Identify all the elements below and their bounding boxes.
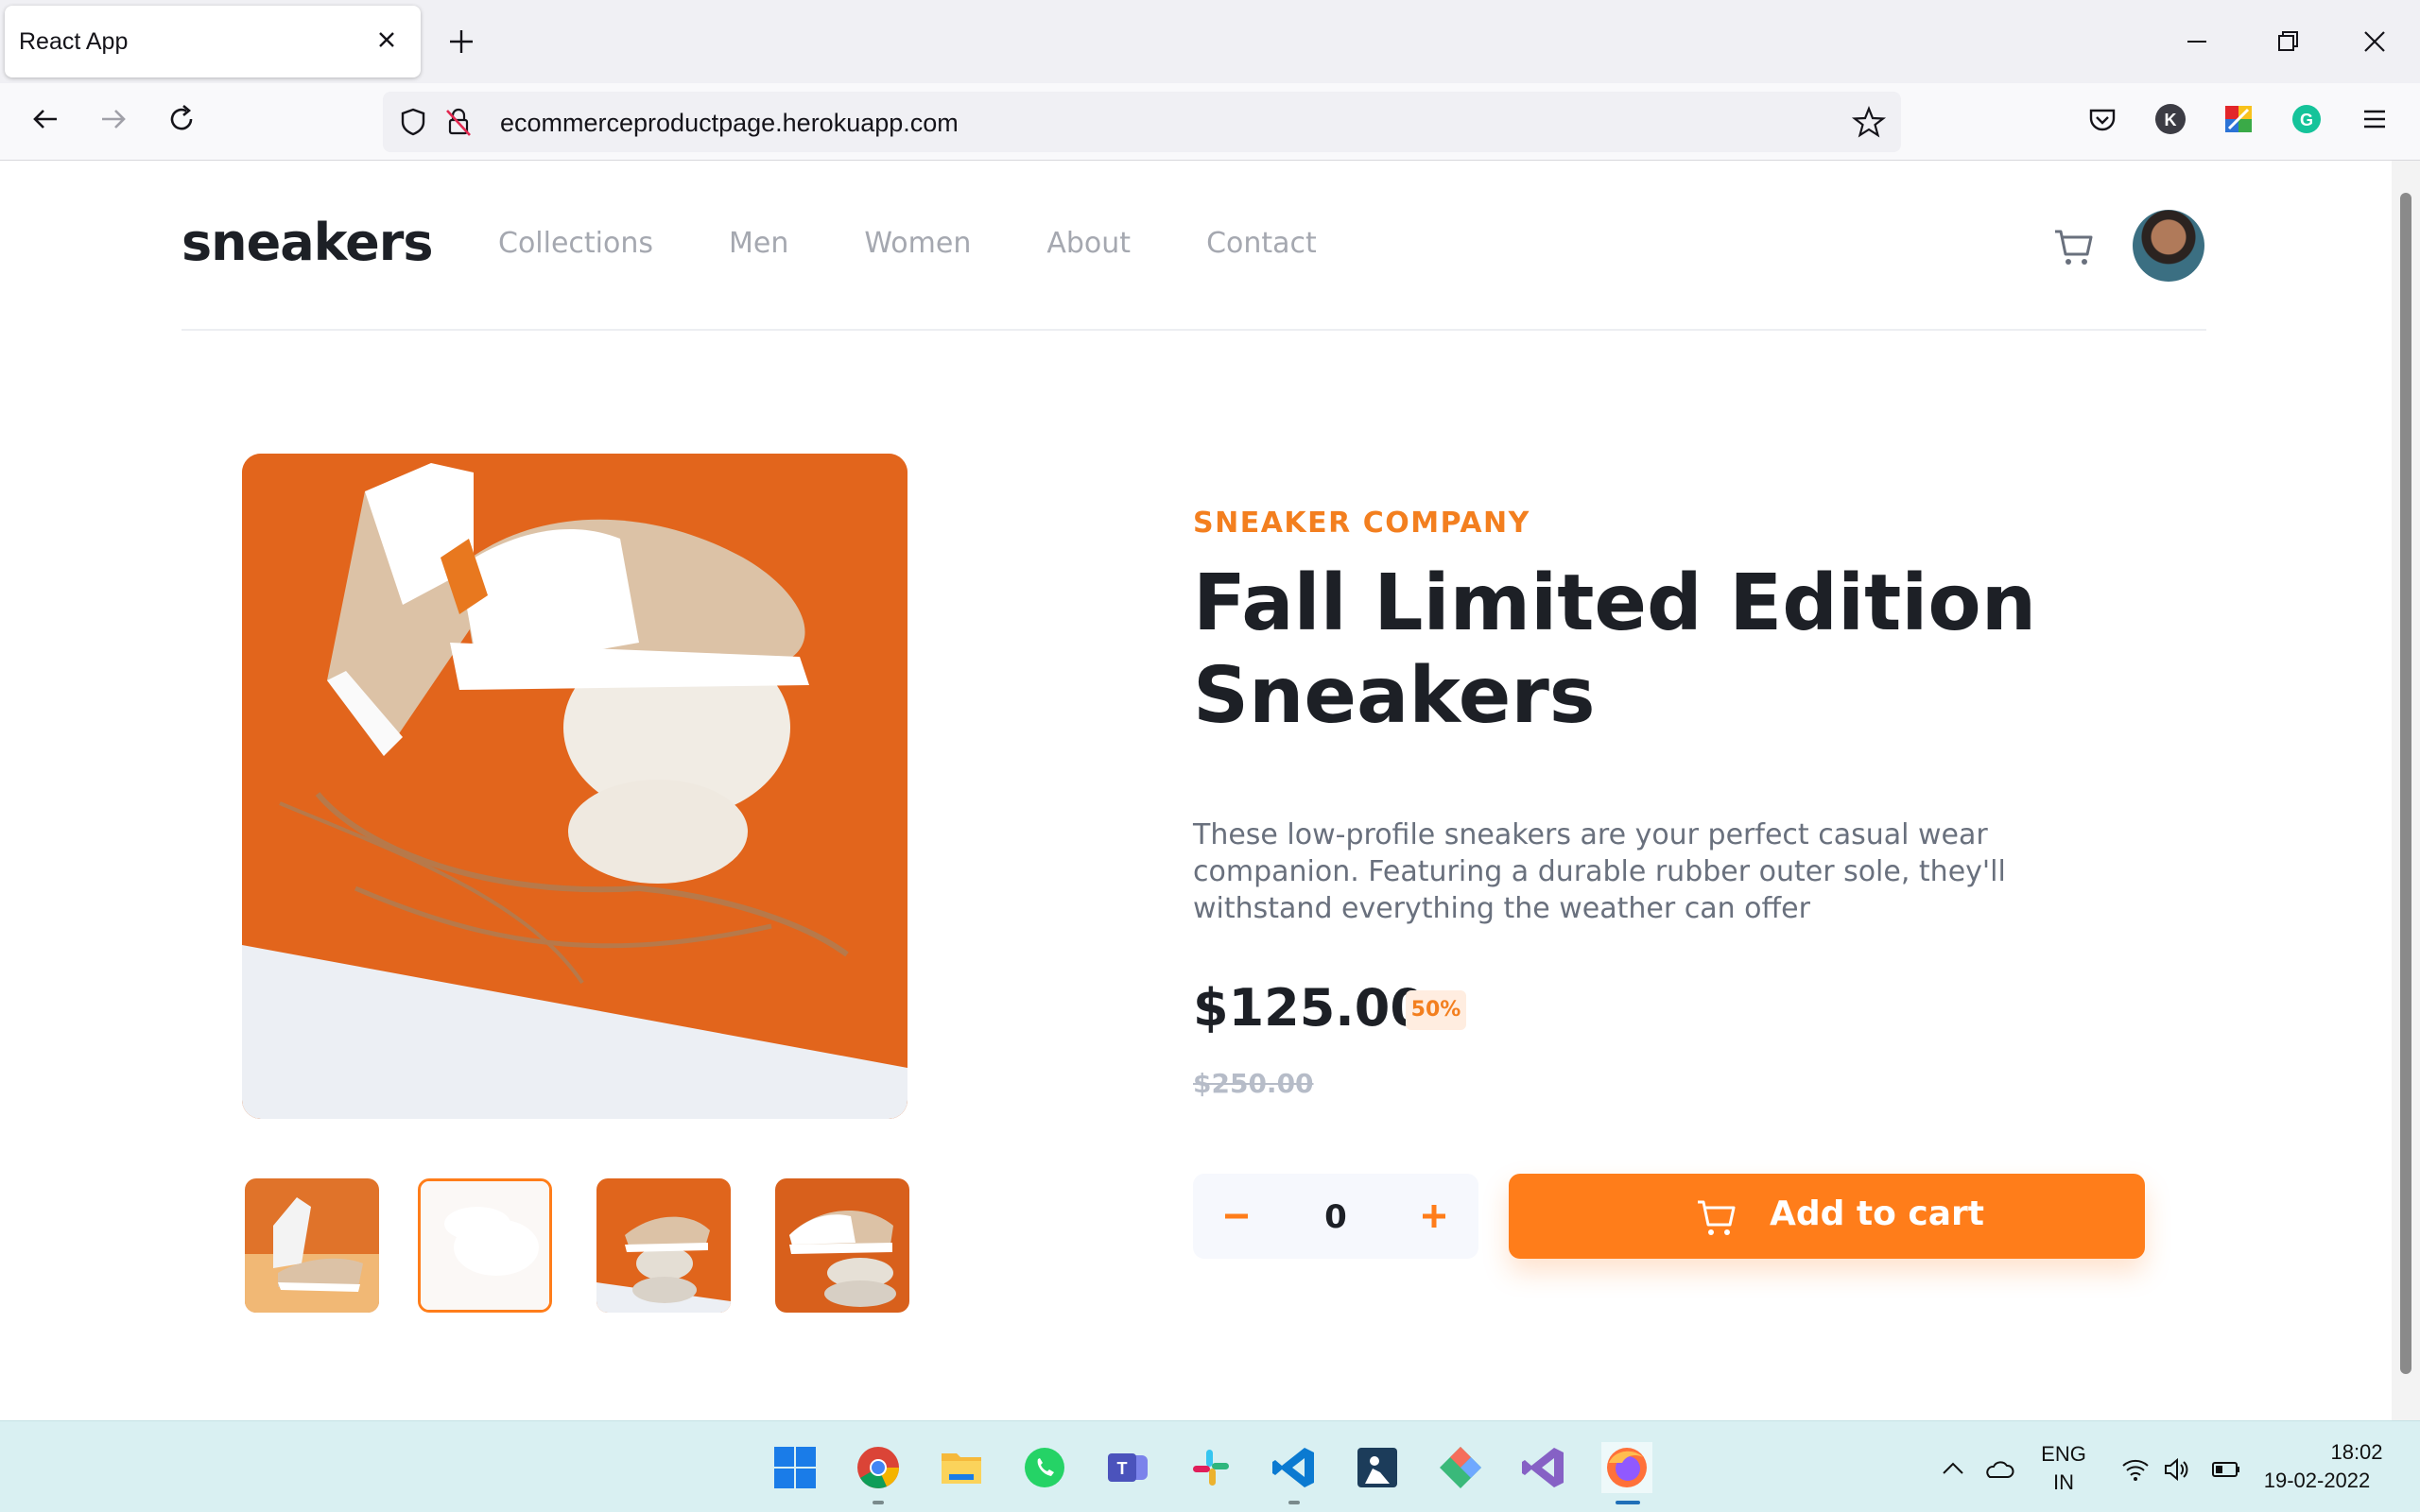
grammarly-icon[interactable]: G [2286, 98, 2327, 140]
language-indicator-line2[interactable]: IN [2032, 1470, 2095, 1495]
visual-studio-icon[interactable] [1518, 1442, 1569, 1493]
tab-title: React App [19, 28, 129, 55]
forward-icon[interactable] [93, 98, 134, 140]
plus-icon[interactable] [1410, 1193, 1458, 1240]
clock-time[interactable]: 18:02 [2257, 1440, 2420, 1465]
thumbnail-3[interactable] [596, 1178, 731, 1313]
minimize-icon[interactable] [2176, 21, 2218, 62]
product-main-image[interactable] [242, 454, 908, 1119]
shield-icon[interactable] [394, 103, 432, 141]
product-description: These low-profile sneakers are your perf… [1193, 818, 2006, 925]
user-avatar[interactable] [2133, 210, 2204, 282]
sneaker-photo [242, 454, 908, 1119]
discount-badge: 50% [1406, 990, 1466, 1030]
nav-item-women[interactable]: Women [864, 227, 971, 260]
chrome-icon[interactable] [853, 1442, 904, 1493]
slack-icon[interactable] [1185, 1442, 1236, 1493]
whatsapp-icon[interactable] [1019, 1442, 1070, 1493]
original-price: $250.00 [1193, 1068, 1314, 1099]
thumbnail-2-selected[interactable] [418, 1178, 552, 1313]
battery-icon[interactable] [2210, 1453, 2242, 1486]
start-icon[interactable] [769, 1442, 821, 1493]
thumbnail-2-image [421, 1181, 549, 1310]
color-extension-icon[interactable] [2218, 98, 2259, 140]
browser-toolbar: ecommerceproductpage.herokuapp.com K G [0, 83, 2420, 161]
thumbnail-1-image [245, 1178, 379, 1313]
file-explorer-icon[interactable] [936, 1442, 987, 1493]
back-icon[interactable] [25, 98, 66, 140]
onedrive-icon[interactable] [1982, 1453, 2014, 1486]
address-bar[interactable]: ecommerceproductpage.herokuapp.com [383, 92, 1901, 152]
bookmark-star-icon[interactable] [1850, 103, 1888, 141]
page-scrollbar[interactable] [2392, 161, 2420, 1420]
quantity-stepper: 0 [1193, 1174, 1478, 1259]
windows-taskbar: T ENG IN 18:02 19-02-2022 [0, 1420, 2420, 1512]
language-indicator-line1[interactable]: ENG [2032, 1442, 2095, 1467]
site-logo[interactable]: sneakers [182, 213, 434, 272]
url-text: ecommerceproductpage.herokuapp.com [500, 109, 959, 137]
profile-k-icon[interactable]: K [2150, 98, 2191, 140]
vscode-running-indicator [1288, 1501, 1300, 1504]
company-name: SNEAKER COMPANY [1193, 507, 1530, 540]
firefox-active-indicator [1616, 1501, 1640, 1504]
hamburger-menu-icon[interactable] [2354, 98, 2395, 140]
new-tab-icon[interactable] [444, 25, 478, 59]
cart-icon[interactable] [2051, 224, 2097, 269]
close-window-icon[interactable] [2354, 21, 2395, 62]
web-page: sneakers Collections Men Women About Con… [0, 161, 2392, 1420]
volume-icon[interactable] [2161, 1453, 2193, 1486]
thumbnail-3-image [596, 1178, 731, 1313]
add-to-cart-label: Add to cart [1770, 1194, 1985, 1233]
insecure-lock-icon[interactable] [440, 103, 477, 141]
thumbnail-1[interactable] [245, 1178, 379, 1313]
nav-item-men[interactable]: Men [729, 227, 788, 260]
browser-tab[interactable]: React App [5, 6, 421, 77]
nav-item-about[interactable]: About [1046, 227, 1131, 260]
teams-icon[interactable]: T [1102, 1442, 1153, 1493]
vscode-icon[interactable] [1269, 1442, 1320, 1493]
clock-date[interactable]: 19-02-2022 [2246, 1469, 2388, 1493]
main-nav: Collections Men Women About Contact [498, 227, 1392, 260]
restore-icon[interactable] [2267, 21, 2308, 62]
wifi-icon[interactable] [2119, 1453, 2152, 1486]
browser-tab-bar: React App [0, 0, 2420, 83]
header-divider [182, 329, 2206, 331]
cart-icon [1698, 1200, 1736, 1235]
firefox-icon[interactable] [1601, 1442, 1652, 1493]
thumbnail-4-image [775, 1178, 909, 1313]
add-to-cart-button[interactable]: Add to cart [1509, 1174, 2145, 1259]
kindle-icon[interactable] [1352, 1442, 1403, 1493]
nav-item-collections[interactable]: Collections [498, 227, 653, 260]
git-icon[interactable] [1435, 1442, 1486, 1493]
svg-text:T: T [1117, 1459, 1128, 1478]
product-title: Fall Limited Edition Sneakers [1193, 558, 2037, 741]
close-tab-icon[interactable] [370, 23, 404, 57]
chrome-running-indicator [873, 1501, 884, 1504]
thumbnail-4[interactable] [775, 1178, 909, 1313]
nav-item-contact[interactable]: Contact [1206, 227, 1317, 260]
current-price: $125.00 [1193, 978, 1426, 1038]
svg-text:G: G [2300, 111, 2313, 129]
scrollbar-thumb[interactable] [2400, 193, 2411, 1374]
pocket-icon[interactable] [2082, 98, 2123, 140]
chevron-up-icon[interactable] [1937, 1453, 1969, 1486]
svg-text:K: K [2165, 111, 2177, 129]
reload-icon[interactable] [161, 98, 202, 140]
